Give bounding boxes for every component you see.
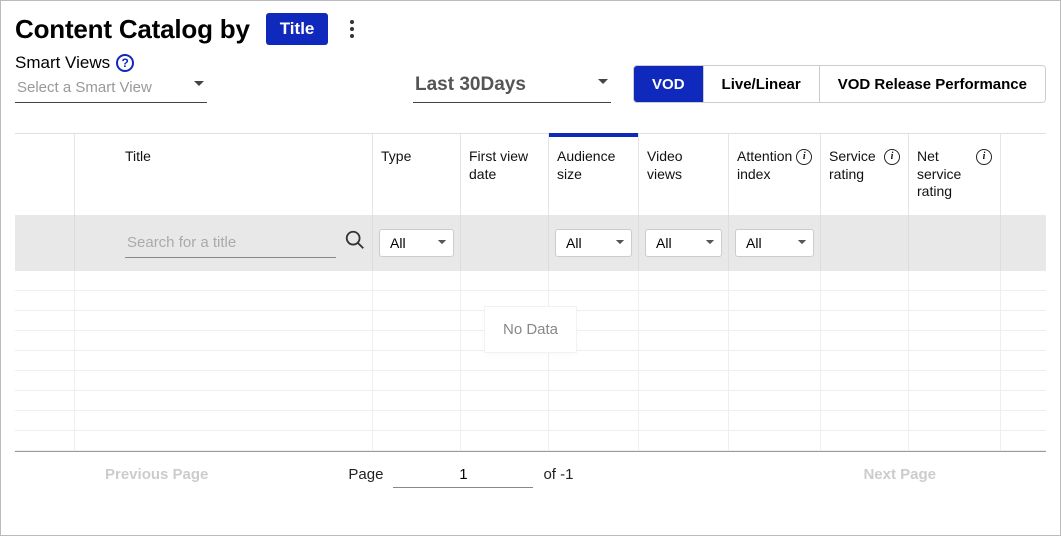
page-indicator: Page of -1 xyxy=(348,462,573,488)
table-row xyxy=(15,271,1046,291)
page-title: Content Catalog by xyxy=(15,14,250,45)
chevron-down-icon xyxy=(705,239,715,246)
column-attention-index[interactable]: Attention index i xyxy=(729,134,821,215)
filter-attention-cell: All xyxy=(729,215,821,271)
column-service-rating[interactable]: Service rating i xyxy=(821,134,909,215)
controls-row: Smart Views ? Select a Smart View Last 3… xyxy=(15,53,1046,103)
page-label: Page xyxy=(348,466,383,483)
column-net-service-rating[interactable]: Net service rating i xyxy=(909,134,1001,215)
header: Content Catalog by Title xyxy=(15,13,1046,45)
date-range-select[interactable]: Last 30Days xyxy=(413,68,611,103)
filter-video-views-value: All xyxy=(656,235,672,251)
filter-spacer xyxy=(15,215,75,271)
smart-view-select[interactable]: Select a Smart View xyxy=(15,73,207,103)
filter-service-rating-cell xyxy=(821,215,909,271)
more-options-button[interactable] xyxy=(344,14,360,44)
pagination: Previous Page Page of -1 Next Page xyxy=(15,451,1046,490)
help-icon[interactable]: ? xyxy=(116,54,134,72)
no-data-message: No Data xyxy=(485,307,576,352)
next-page-button[interactable]: Next Page xyxy=(863,466,936,483)
info-icon[interactable]: i xyxy=(976,149,992,165)
filter-audience-select[interactable]: All xyxy=(555,229,632,257)
page-of-label: of -1 xyxy=(543,466,573,483)
segment-vod-release-performance[interactable]: VOD Release Performance xyxy=(819,66,1045,102)
chevron-down-icon xyxy=(615,239,625,246)
smart-views-label-text: Smart Views xyxy=(15,53,110,73)
column-video-views[interactable]: Video views xyxy=(639,134,729,215)
table-row xyxy=(15,351,1046,371)
catalog-table: Title Type First view date Audience size… xyxy=(15,133,1046,490)
column-audience-size[interactable]: Audience size xyxy=(549,134,639,215)
previous-page-button[interactable]: Previous Page xyxy=(105,466,208,483)
table-row xyxy=(15,431,1046,451)
chevron-down-icon xyxy=(797,239,807,246)
search-icon[interactable] xyxy=(344,229,366,256)
view-mode-segment: VOD Live/Linear VOD Release Performance xyxy=(633,65,1046,103)
smart-views: Smart Views ? Select a Smart View xyxy=(15,53,225,103)
chevron-down-icon xyxy=(597,70,609,92)
smart-view-placeholder: Select a Smart View xyxy=(17,79,152,96)
table-header-row: Title Type First view date Audience size… xyxy=(15,134,1046,215)
filter-audience-cell: All xyxy=(549,215,639,271)
table-body: No Data xyxy=(15,271,1046,451)
title-search-cell xyxy=(75,215,373,271)
column-first-view-date[interactable]: First view date xyxy=(461,134,549,215)
filter-first-view-cell xyxy=(461,215,549,271)
filter-type-select[interactable]: All xyxy=(379,229,454,257)
table-filter-row: All All All All xyxy=(15,215,1046,271)
table-row xyxy=(15,411,1046,431)
title-search-input[interactable] xyxy=(125,228,336,258)
filter-attention-select[interactable]: All xyxy=(735,229,814,257)
filter-audience-value: All xyxy=(566,235,582,251)
column-spacer xyxy=(15,134,75,215)
column-type[interactable]: Type xyxy=(373,134,461,215)
table-row xyxy=(15,371,1046,391)
smart-views-label: Smart Views ? xyxy=(15,53,225,73)
filter-type-cell: All xyxy=(373,215,461,271)
chevron-down-icon xyxy=(193,75,205,92)
filter-net-service-cell xyxy=(909,215,1001,271)
filter-attention-value: All xyxy=(746,235,762,251)
column-title[interactable]: Title xyxy=(75,134,373,215)
info-icon[interactable]: i xyxy=(884,149,900,165)
info-icon[interactable]: i xyxy=(796,149,812,165)
catalog-by-chip[interactable]: Title xyxy=(266,13,329,45)
table-row xyxy=(15,391,1046,411)
content-catalog-panel: Content Catalog by Title Smart Views ? S… xyxy=(0,0,1061,536)
chevron-down-icon xyxy=(437,239,447,246)
segment-vod[interactable]: VOD xyxy=(634,66,703,102)
date-range-value: Last 30Days xyxy=(415,74,526,95)
filter-video-views-cell: All xyxy=(639,215,729,271)
page-number-input[interactable] xyxy=(393,462,533,488)
segment-live-linear[interactable]: Live/Linear xyxy=(703,66,819,102)
filter-video-views-select[interactable]: All xyxy=(645,229,722,257)
filter-type-value: All xyxy=(390,235,406,251)
